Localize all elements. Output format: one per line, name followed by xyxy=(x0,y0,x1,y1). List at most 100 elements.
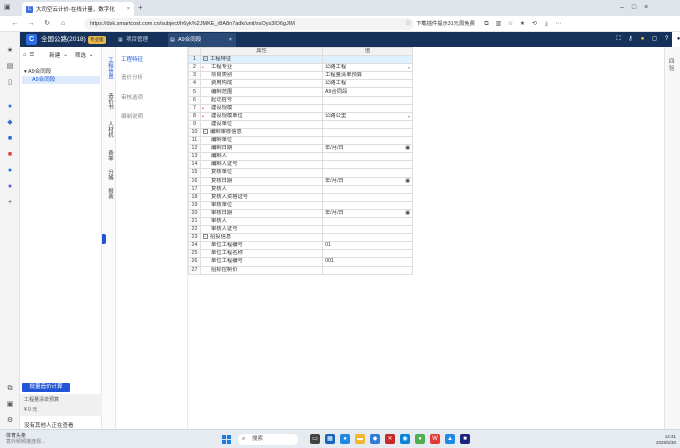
attribute-cell[interactable]: 编制人 xyxy=(200,152,323,162)
menu-item-engineering-features[interactable]: 工程特征 xyxy=(121,55,143,63)
table-row[interactable]: 5 编制范围 A9合同段 xyxy=(188,87,413,97)
office-icon[interactable]: ■ xyxy=(5,150,15,160)
system-clock[interactable]: 14:31 2025/5/30 xyxy=(650,434,676,445)
widgets-icon[interactable]: ▦ xyxy=(325,434,335,444)
tab-reports[interactable]: 报表 xyxy=(105,188,113,199)
extension-icon[interactable]: ⧉ xyxy=(482,20,491,29)
table-row[interactable]: 23− 招投信息 xyxy=(188,233,413,243)
tab-allocation[interactable]: 分摊 xyxy=(105,169,113,180)
value-cell[interactable]: 年/月/日 ▣ xyxy=(322,144,413,154)
table-row[interactable]: 18 复核人资格证号 xyxy=(188,192,413,202)
reading-icon[interactable]: ▯ xyxy=(5,78,15,88)
wechat-icon[interactable]: ● xyxy=(415,434,425,444)
table-row[interactable]: 13 编制人 xyxy=(188,152,413,162)
collapse-group-icon[interactable]: − xyxy=(203,129,208,135)
value-cell[interactable]: 001 xyxy=(322,257,413,267)
table-row[interactable]: 10− 编制审核信息 xyxy=(188,127,413,138)
translate-notice[interactable]: 下载插件提示31元周免费 xyxy=(416,20,475,28)
table-row[interactable]: 9 建设单位 xyxy=(188,119,413,129)
value-cell[interactable] xyxy=(322,265,413,275)
table-row[interactable]: 17 复核人 xyxy=(188,184,413,194)
attribute-cell[interactable]: 审核人证号 xyxy=(200,225,323,235)
start-menu-icon[interactable] xyxy=(222,435,231,444)
store-icon[interactable]: ◆ xyxy=(370,434,380,444)
attribute-cell[interactable]: 招标控制价 xyxy=(200,265,323,275)
folder-icon[interactable]: ▤ xyxy=(5,62,15,72)
table-row[interactable]: 20 审核日期 年/月/日 ▣ xyxy=(188,208,413,218)
value-cell[interactable] xyxy=(322,127,413,138)
app-navy-icon[interactable]: ■ xyxy=(460,434,470,444)
table-row[interactable]: 6 起讫桩号 xyxy=(188,95,413,105)
value-cell[interactable]: 工程量清单预算 xyxy=(322,71,413,81)
app-red-icon[interactable]: ✕ xyxy=(385,434,395,444)
table-row[interactable]: 24 单位工程编号 01 xyxy=(188,241,413,251)
new-tab-button[interactable]: + xyxy=(138,2,148,13)
window-controls[interactable]: –□× xyxy=(620,3,656,12)
value-cell[interactable] xyxy=(322,184,413,194)
news-widget[interactable]: 体育头条 意外频频接连现... xyxy=(6,433,45,445)
games-icon[interactable]: ● xyxy=(5,182,15,192)
add-sidebar-icon[interactable]: + xyxy=(5,198,15,208)
value-cell[interactable] xyxy=(322,233,413,243)
attribute-cell[interactable]: 审核人 xyxy=(200,216,323,227)
home-icon[interactable]: ⌂ xyxy=(23,52,26,58)
calendar-icon[interactable]: ▣ xyxy=(405,178,410,184)
value-cell[interactable] xyxy=(322,136,413,146)
table-row[interactable]: 11 编制单位 xyxy=(188,136,413,146)
app-title[interactable]: 全国公路(2018) xyxy=(41,35,86,44)
value-cell[interactable] xyxy=(322,160,413,170)
shopping-icon[interactable]: ◆ xyxy=(5,118,15,128)
calendar-icon[interactable]: ▣ xyxy=(405,146,410,152)
search-sidebar-icon[interactable]: ● xyxy=(5,102,15,112)
tab-close-icon[interactable]: × xyxy=(229,33,232,47)
history-icon[interactable]: ⟲ xyxy=(530,20,539,29)
table-row[interactable]: 16 复核日期 年/月/日 ▣ xyxy=(188,176,413,186)
tab-project-info[interactable]: 工程信息 xyxy=(105,57,113,79)
tab-actions-icon[interactable]: ▣ xyxy=(4,3,13,12)
value-cell[interactable]: 年/月/日 ▣ xyxy=(322,176,413,186)
home-icon[interactable]: ⌂ xyxy=(58,19,68,29)
tab-project-management[interactable]: ▦ 项目管理 xyxy=(116,33,168,47)
attribute-cell[interactable]: 费用构成 xyxy=(200,79,323,89)
value-cell[interactable] xyxy=(322,55,413,65)
value-cell[interactable] xyxy=(322,192,413,202)
reload-icon[interactable]: ↻ xyxy=(42,19,52,29)
menu-icon[interactable]: ⋯ xyxy=(554,20,563,29)
table-row[interactable]: 3 项目类别 工程量清单预算 xyxy=(188,71,413,81)
attribute-cell[interactable]: 单位工程编号 xyxy=(200,241,323,251)
help-icon[interactable]: ? xyxy=(662,35,671,44)
attribute-cell[interactable]: 单位工程名称 xyxy=(200,249,323,259)
sidebar-toggle-icon[interactable]: ▣ xyxy=(5,400,15,410)
table-row[interactable]: 8 • 建设规模单位 公路公里 ▾ xyxy=(188,111,413,121)
tools-icon[interactable]: ■ xyxy=(5,134,15,144)
value-cell[interactable]: 01 xyxy=(322,241,413,251)
edge-browser-icon[interactable]: ◉ xyxy=(400,434,410,444)
attribute-cell[interactable]: 编制人证号 xyxy=(200,160,323,170)
message-icon[interactable]: ◻ xyxy=(650,35,659,44)
attribute-cell[interactable]: 审核单位 xyxy=(200,200,323,210)
table-row[interactable]: 27 招标控制价 xyxy=(188,265,413,275)
attribute-cell[interactable]: − 工程特征 xyxy=(200,55,323,65)
attribute-cell[interactable]: • 建设规模单位 xyxy=(200,111,323,121)
downloads-icon[interactable]: ⤓ xyxy=(542,20,551,29)
favorites-icon[interactable]: ★ xyxy=(518,20,527,29)
table-row[interactable]: 21 审核人 xyxy=(188,216,413,227)
attribute-cell[interactable]: • 工程专业 xyxy=(200,63,323,73)
notification-icon[interactable]: ● xyxy=(638,35,647,44)
attribute-cell[interactable]: 复核单位 xyxy=(200,168,323,178)
value-cell[interactable] xyxy=(322,95,413,105)
tab-rates[interactable]: 费率 xyxy=(105,150,113,161)
teams-icon[interactable]: ● xyxy=(340,434,350,444)
url-field[interactable]: https://dsk.smartcost.com.cn/subject/h6y… xyxy=(84,18,414,30)
table-row[interactable]: 14 编制人证号 xyxy=(188,160,413,170)
collections-icon[interactable]: ☆ xyxy=(506,20,515,29)
fullscreen-icon[interactable]: ⛶ xyxy=(614,35,623,44)
attribute-cell[interactable]: 编制单位 xyxy=(200,136,323,146)
favorite-star-icon[interactable]: ☆ xyxy=(405,19,411,29)
value-cell[interactable] xyxy=(322,249,413,259)
table-row[interactable]: 2 • 工程专业 公路工程 ▾ xyxy=(188,63,413,73)
value-cell[interactable] xyxy=(322,200,413,210)
value-cell[interactable] xyxy=(322,119,413,129)
batch-calc-button[interactable]: 批量造价计算 xyxy=(22,383,70,392)
tree-leaf-node[interactable]: A9合同段 xyxy=(22,76,100,84)
